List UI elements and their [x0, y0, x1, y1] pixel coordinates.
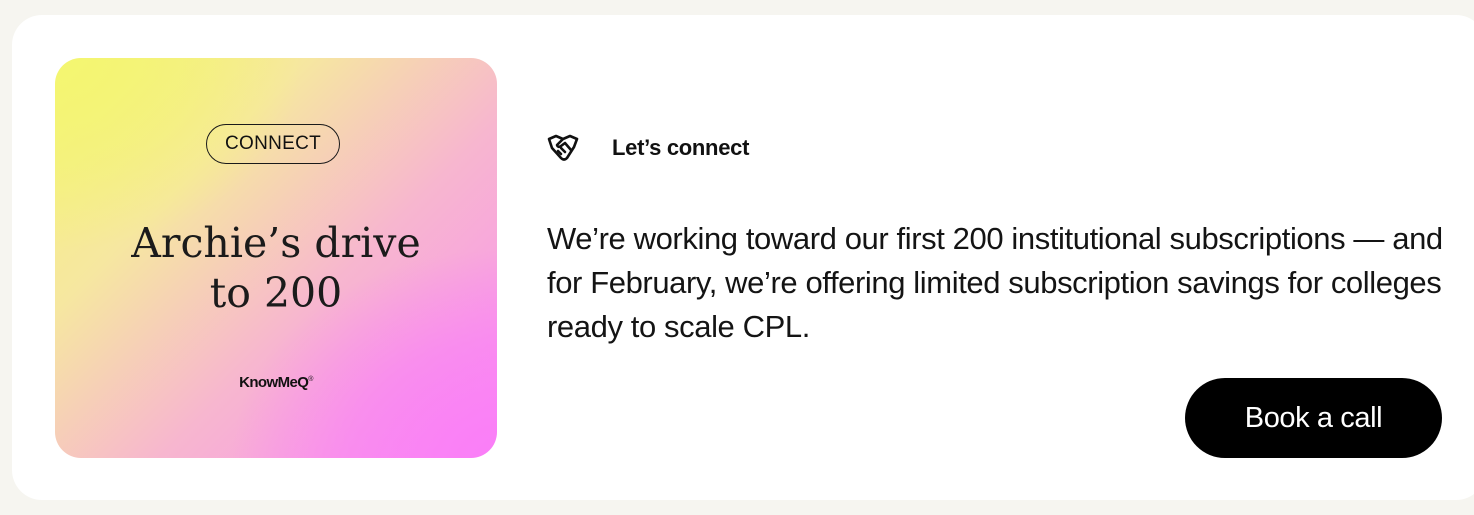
brand-logo: KnowMeQ®	[55, 374, 497, 391]
section-header: Let’s connect	[546, 128, 749, 168]
message-text: We’re working toward our first 200 insti…	[547, 221, 1443, 344]
connect-badge: CONNECT	[206, 124, 340, 164]
connect-card: CONNECT Archie’s drive to 200 KnowMeQ® L…	[12, 15, 1474, 500]
book-a-call-button[interactable]: Book a call	[1185, 378, 1442, 458]
registered-mark: ®	[308, 376, 313, 383]
brand-name: KnowMeQ	[239, 374, 309, 391]
promo-image: CONNECT Archie’s drive to 200 KnowMeQ®	[55, 58, 497, 458]
handshake-icon	[546, 130, 582, 166]
section-label: Let’s connect	[612, 135, 750, 160]
promo-title: Archie’s drive to 200	[131, 219, 421, 317]
